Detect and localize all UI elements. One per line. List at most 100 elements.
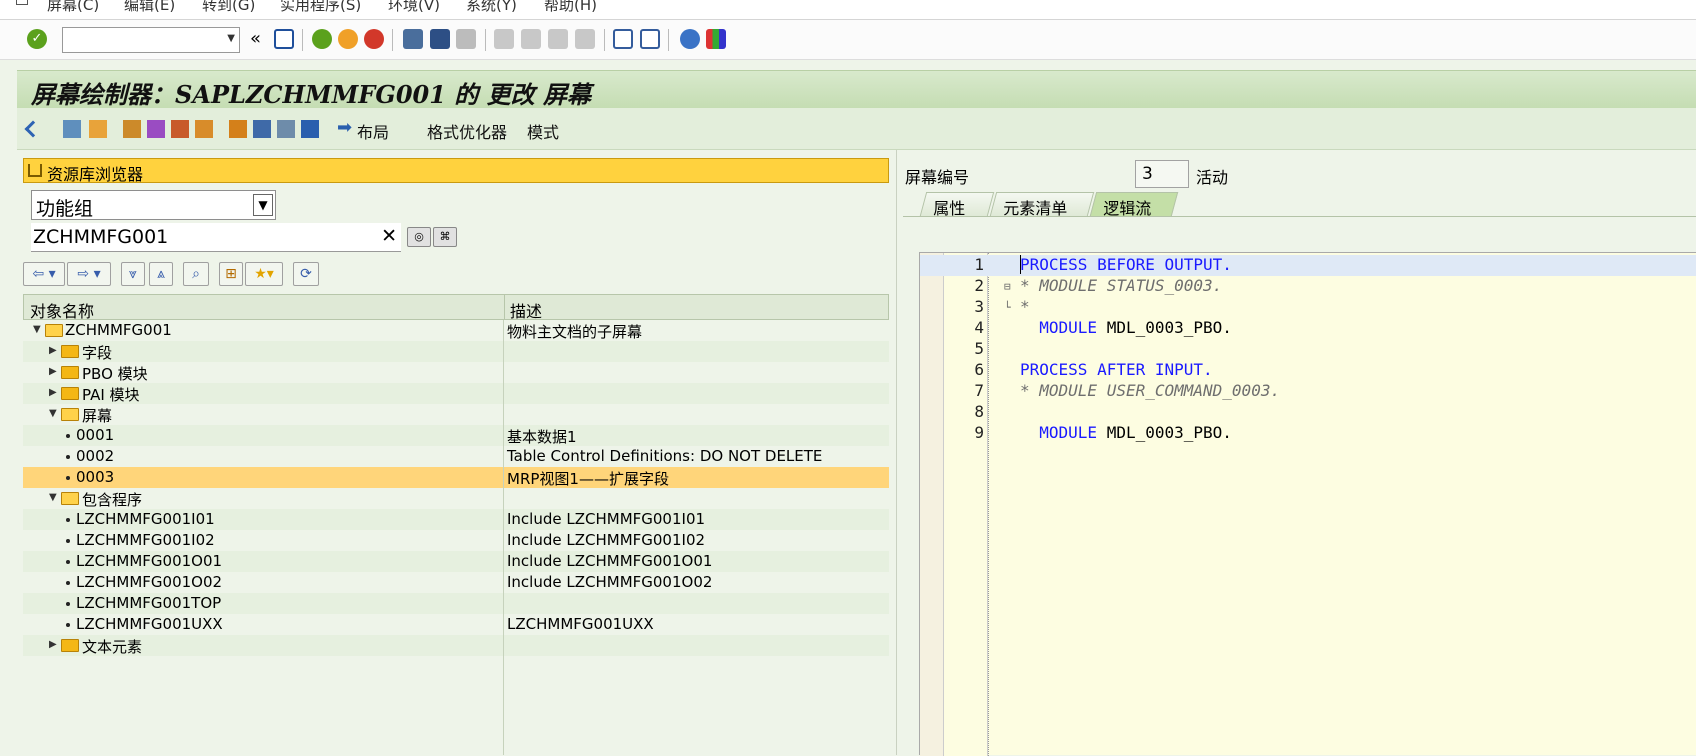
- binoculars-icon[interactable]: ⌕: [183, 262, 209, 286]
- back-arrow-icon[interactable]: [24, 120, 42, 138]
- tree-row-include[interactable]: LZCHMMFG001UXX LZCHMMFG001UXX: [23, 614, 889, 635]
- column-object-name[interactable]: 对象名称: [30, 298, 94, 322]
- frame-icon[interactable]: [277, 120, 295, 138]
- menu-screen[interactable]: 屏幕(C): [47, 0, 99, 15]
- separator: [668, 29, 669, 51]
- shortcut-icon[interactable]: [640, 29, 660, 49]
- code-line[interactable]: 2 ⊟ * MODULE STATUS_0003.: [920, 276, 1696, 297]
- previous-page-icon[interactable]: [521, 29, 541, 49]
- menu-help[interactable]: 帮助(H): [544, 0, 597, 15]
- cancel-icon[interactable]: [364, 29, 384, 49]
- first-page-icon[interactable]: [494, 29, 514, 49]
- tree-row-fields[interactable]: ▶ 字段: [23, 341, 889, 362]
- other-object-icon[interactable]: [89, 120, 107, 138]
- code-line[interactable]: 1 PROCESS BEFORE OUTPUT.: [920, 255, 1696, 276]
- refresh-icon[interactable]: ⟳: [293, 262, 319, 286]
- bullet-icon: [66, 623, 70, 627]
- tree-row-text-elements[interactable]: ▶ 文本元素: [23, 635, 889, 656]
- help-icon[interactable]: [680, 29, 700, 49]
- collapse-icon[interactable]: «: [250, 28, 261, 49]
- tree-row-label: 0002: [76, 447, 115, 465]
- tree-row-screens[interactable]: ▼ 屏幕: [23, 404, 889, 425]
- exit-icon[interactable]: [338, 29, 358, 49]
- favorites-icon[interactable]: ★▾: [245, 262, 283, 286]
- hierarchy-icon[interactable]: [123, 120, 141, 138]
- tree-row-includes[interactable]: ▼ 包含程序: [23, 488, 889, 509]
- find-next-icon[interactable]: [456, 29, 476, 49]
- collapsed-arrow-icon[interactable]: ▶: [49, 366, 57, 377]
- print-icon[interactable]: [403, 29, 423, 49]
- expand-all-button[interactable]: ⩔: [121, 262, 145, 286]
- code-line[interactable]: 9 MODULE MDL_0003_PBO.: [920, 423, 1696, 444]
- enter-check-icon[interactable]: ✓: [27, 29, 47, 49]
- code-line[interactable]: 3 └ *: [920, 297, 1696, 318]
- code-line[interactable]: 5: [920, 339, 1696, 360]
- tree-row-pbo-modules[interactable]: ▶ PBO 模块: [23, 362, 889, 383]
- tree-row-pai-modules[interactable]: ▶ PAI 模块: [23, 383, 889, 404]
- where-used-icon[interactable]: [171, 120, 189, 138]
- tree-row-root[interactable]: ▼ ZCHMMFG001 物料主文档的子屏幕: [23, 320, 889, 341]
- collapsed-arrow-icon[interactable]: ▶: [49, 387, 57, 398]
- tree-row-desc: MRP视图1——扩展字段: [507, 470, 669, 488]
- code-line[interactable]: 6 PROCESS AFTER INPUT.: [920, 360, 1696, 381]
- column-description[interactable]: 描述: [510, 298, 542, 322]
- back-icon[interactable]: [312, 29, 332, 49]
- tree-row-screen-0001[interactable]: 0001 基本数据1: [23, 425, 889, 446]
- layout-button[interactable]: 布局: [357, 119, 389, 143]
- tab-flow-logic[interactable]: 逻辑流: [1089, 192, 1179, 218]
- expanded-arrow-icon[interactable]: ▼: [49, 492, 57, 503]
- fold-toggle-icon[interactable]: ⊟: [1004, 280, 1011, 293]
- collapse-all-button[interactable]: ⩓: [149, 262, 173, 286]
- find-icon[interactable]: [430, 29, 450, 49]
- screen-number-field[interactable]: 3: [1135, 160, 1189, 188]
- next-object-button[interactable]: ⇨ ▾: [67, 262, 111, 286]
- new-session-icon[interactable]: [613, 29, 633, 49]
- menu-edit[interactable]: 编辑(E): [124, 0, 175, 15]
- chevron-down-icon[interactable]: ▼: [253, 194, 273, 216]
- collapsed-arrow-icon[interactable]: ▶: [49, 345, 57, 356]
- align-icon[interactable]: [253, 120, 271, 138]
- tab-element-list[interactable]: 元素清单: [989, 192, 1095, 218]
- repository-browser-header[interactable]: 资源库浏览器: [23, 158, 889, 184]
- tree-row-screen-0002[interactable]: 0002 Table Control Definitions: DO NOT D…: [23, 446, 889, 467]
- format-optimizer-button[interactable]: 格式优化器: [427, 119, 507, 143]
- chevron-down-icon[interactable]: ▼: [227, 33, 235, 44]
- command-field[interactable]: ▼: [62, 27, 240, 53]
- tree-row-screen-0003[interactable]: 0003 MRP视图1——扩展字段: [23, 467, 889, 488]
- expanded-arrow-icon[interactable]: ▼: [49, 408, 57, 419]
- pattern-button[interactable]: 模式: [527, 119, 559, 143]
- previous-object-button[interactable]: ⇦ ▾: [23, 262, 65, 286]
- code-line[interactable]: 4 MODULE MDL_0003_PBO.: [920, 318, 1696, 339]
- display-button[interactable]: ◎: [407, 227, 431, 247]
- save-icon[interactable]: [274, 29, 294, 49]
- flow-logic-editor[interactable]: 1 PROCESS BEFORE OUTPUT. 2 ⊟ * MODULE ST…: [919, 252, 1696, 756]
- display-change-icon[interactable]: [63, 120, 81, 138]
- customize-layout-icon[interactable]: [706, 29, 726, 49]
- menu-goto[interactable]: 转到(G): [202, 0, 255, 15]
- object-list-icon[interactable]: [229, 120, 247, 138]
- code-line[interactable]: 8: [920, 402, 1696, 423]
- tab-attributes[interactable]: 属性: [919, 192, 995, 218]
- system-menu-icon[interactable]: [16, 0, 28, 5]
- tree-row-include[interactable]: LZCHMMFG001O02 Include LZCHMMFG001O02: [23, 572, 889, 593]
- tree-row-include[interactable]: LZCHMMFG001I01 Include LZCHMMFG001I01: [23, 509, 889, 530]
- magic-wand-icon[interactable]: [147, 120, 165, 138]
- menu-environment[interactable]: 环境(V): [388, 0, 440, 15]
- hierarchy-up-icon[interactable]: ⊞: [219, 262, 243, 286]
- info-icon[interactable]: [301, 120, 319, 138]
- object-name-input[interactable]: ZCHMMFG001 ✕: [31, 223, 401, 252]
- tree-row-include[interactable]: LZCHMMFG001I02 Include LZCHMMFG001I02: [23, 530, 889, 551]
- expanded-arrow-icon[interactable]: ▼: [33, 324, 41, 335]
- collapsed-arrow-icon[interactable]: ▶: [49, 639, 57, 650]
- tree-row-include[interactable]: LZCHMMFG001O01 Include LZCHMMFG001O01: [23, 551, 889, 572]
- last-page-icon[interactable]: [575, 29, 595, 49]
- transport-icon[interactable]: [195, 120, 213, 138]
- code-line[interactable]: 7 * MODULE USER_COMMAND_0003.: [920, 381, 1696, 402]
- menu-system[interactable]: 系统(Y): [466, 0, 517, 15]
- tree-row-include[interactable]: LZCHMMFG001TOP: [23, 593, 889, 614]
- menu-utilities[interactable]: 实用程序(S): [280, 0, 361, 15]
- glasses-button[interactable]: ⌘: [433, 227, 457, 247]
- object-type-select[interactable]: 功能组 ▼: [31, 190, 276, 220]
- next-page-icon[interactable]: [548, 29, 568, 49]
- clear-icon[interactable]: ✕: [381, 225, 397, 247]
